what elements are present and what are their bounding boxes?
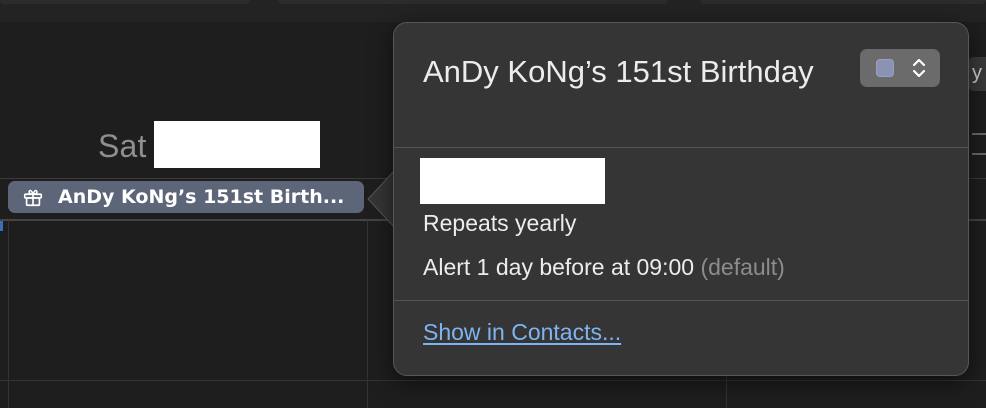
show-in-contacts-link[interactable]: Show in Contacts... [423,319,621,346]
divider-line [972,153,986,155]
alert-default-label: (default) [700,254,785,280]
view-switch-button[interactable]: y [968,57,986,91]
event-title: AnDy KoNg’s 151st Birth... [58,186,345,208]
birthday-event[interactable]: AnDy KoNg’s 151st Birth... [8,181,364,213]
calendar-color-swatch [876,59,894,77]
grid-line [367,220,368,408]
event-title-heading: AnDy KoNg’s 151st Birthday [423,54,814,89]
current-time-marker [0,221,3,231]
event-detail-popover: AnDy KoNg’s 151st Birthday Repeats yearl… [393,22,969,376]
redacted-date [154,121,320,168]
redacted-date [420,158,605,204]
gift-icon [23,189,43,207]
divider-line [972,133,986,135]
day-label: Sat [98,128,147,164]
section-divider [394,300,968,301]
alert-info: Alert 1 day before at 09:00 (default) [423,254,785,281]
section-divider [394,147,968,148]
up-down-chevron-icon [912,58,926,78]
calendar-picker[interactable] [860,49,940,87]
grid-line [8,220,9,408]
alert-text: Alert 1 day before at 09:00 [423,254,695,280]
repeat-info: Repeats yearly [423,210,577,236]
grid-line [0,380,986,381]
